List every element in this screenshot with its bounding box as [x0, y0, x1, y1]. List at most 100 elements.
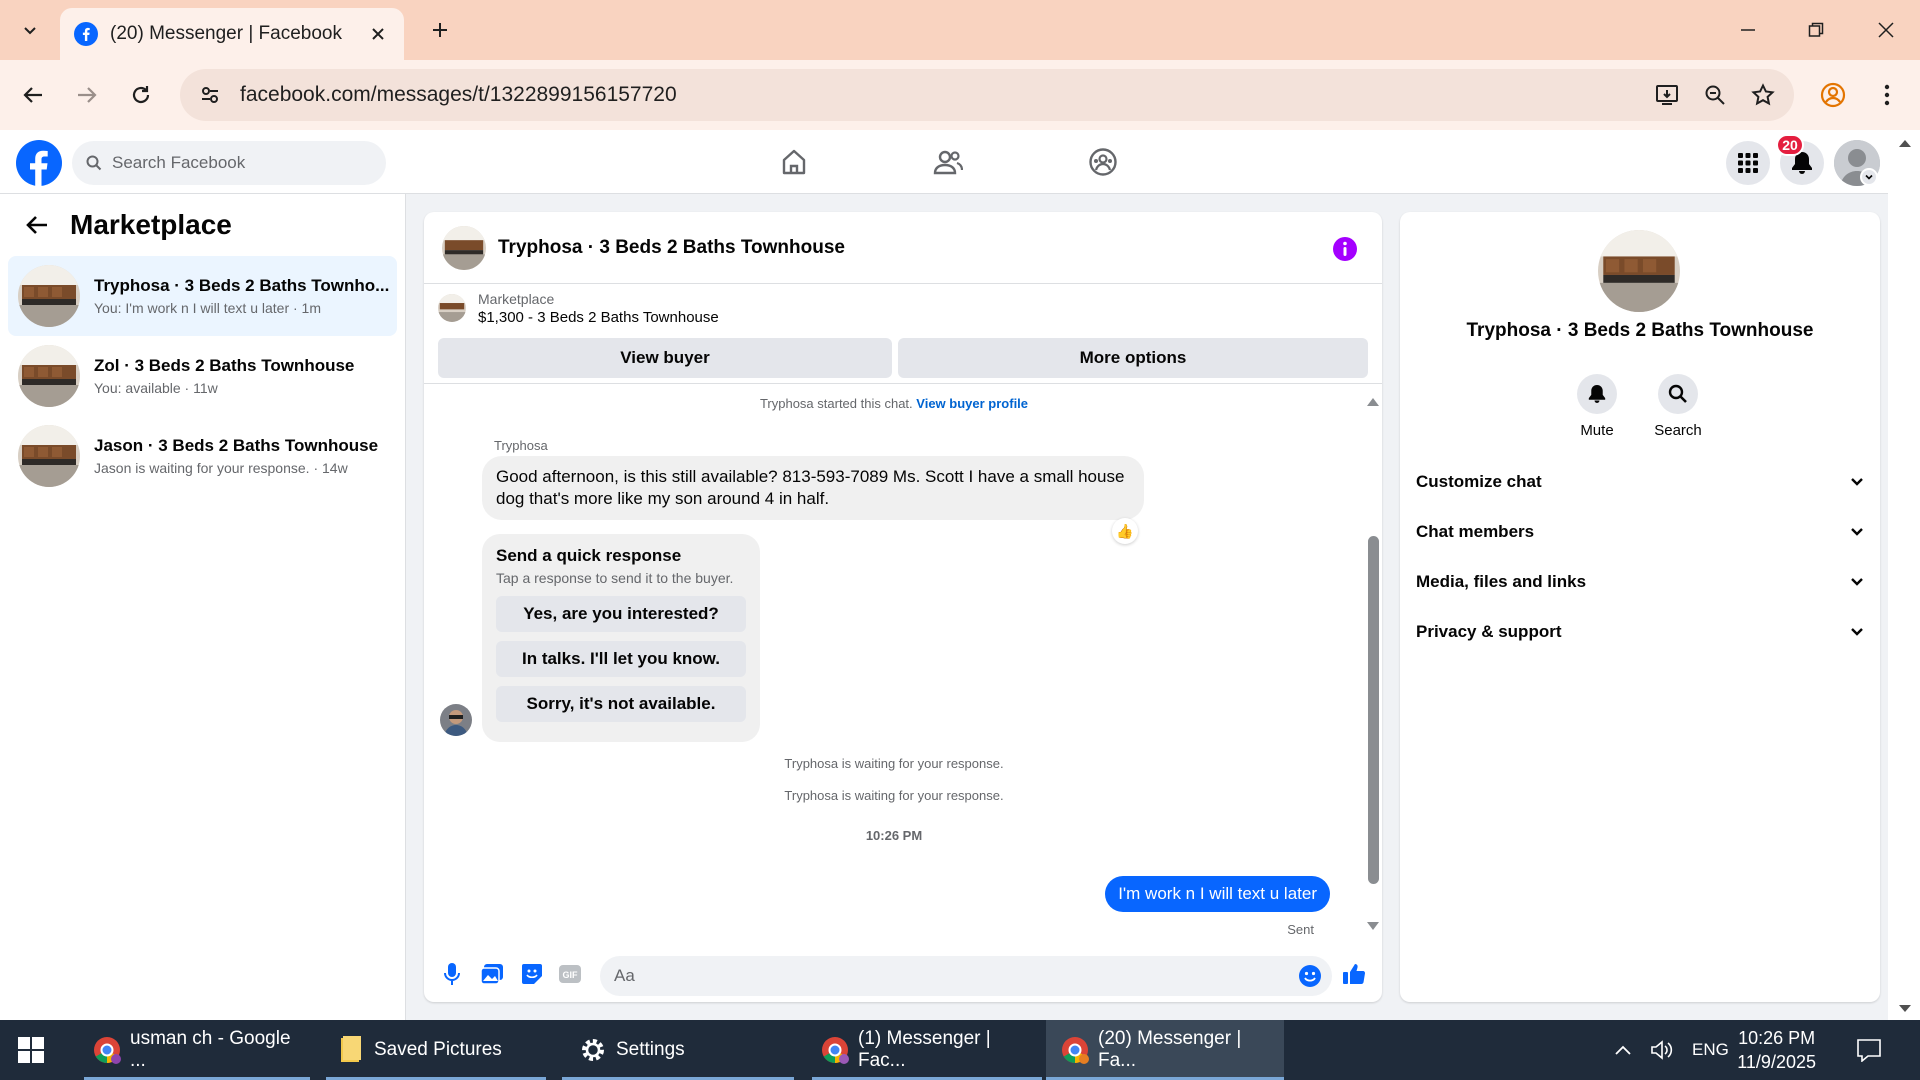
conversation-item[interactable]: Zol · 3 Beds 2 Baths Townhouse You: avai… — [8, 336, 397, 416]
browser-tab-bar: (20) Messenger | Facebook — [0, 0, 1920, 60]
notification-count-badge: 20 — [1776, 134, 1804, 156]
scroll-up-arrow-icon[interactable] — [1898, 138, 1912, 148]
chat-members-section[interactable]: Chat members — [1416, 508, 1864, 556]
zoom-icon[interactable] — [1698, 78, 1732, 112]
message-composer: GIF — [424, 948, 1382, 1002]
forward-arrow-icon[interactable] — [68, 76, 106, 114]
site-info-tune-icon[interactable] — [194, 79, 226, 111]
photo-attach-icon[interactable] — [478, 960, 506, 988]
quick-response-button[interactable]: In talks. I'll let you know. — [496, 641, 746, 677]
media-files-links-section[interactable]: Media, files and links — [1416, 558, 1864, 606]
volume-icon[interactable] — [1650, 1020, 1674, 1080]
new-tab-plus-icon[interactable] — [424, 14, 456, 46]
thumbs-up-reaction-icon[interactable]: 👍 — [1112, 518, 1138, 544]
gif-icon[interactable]: GIF — [556, 960, 584, 988]
conversation-item[interactable]: Jason · 3 Beds 2 Baths Townhouse Jason i… — [8, 416, 397, 496]
quick-response-button[interactable]: Sorry, it's not available. — [496, 686, 746, 722]
browser-menu-kebab-icon[interactable] — [1868, 76, 1906, 114]
emoji-icon[interactable] — [1296, 962, 1324, 990]
search-action[interactable]: Search — [1638, 374, 1718, 439]
listing-thumbnail — [18, 425, 80, 487]
scrollbar-thumb[interactable] — [1368, 536, 1379, 884]
facebook-logo-icon[interactable] — [16, 140, 62, 186]
search-label: Search — [1654, 422, 1702, 439]
taskbar-chrome-usman[interactable]: usman ch - Google ... — [84, 1020, 310, 1080]
url-text[interactable]: facebook.com/messages/t/1322899156157720 — [240, 83, 1650, 107]
buyer-avatar[interactable] — [440, 704, 472, 736]
waiting-notice: Tryphosa is waiting for your response. — [784, 756, 1004, 771]
bookmark-star-icon[interactable] — [1746, 78, 1780, 112]
outgoing-message-bubble[interactable]: I'm work n I will text u later — [1105, 876, 1330, 912]
chat-header: Tryphosa · 3 Beds 2 Baths Townhouse — [424, 212, 1382, 284]
search-placeholder: Search Facebook — [112, 153, 246, 172]
scroll-down-arrow-icon[interactable] — [1367, 922, 1379, 930]
start-windows-icon[interactable] — [18, 1020, 44, 1080]
show-hidden-icons-chevron-up-icon[interactable] — [1614, 1020, 1632, 1080]
taskbar-chrome-messenger-1[interactable]: (1) Messenger | Fac... — [812, 1020, 1042, 1080]
page-scrollbar[interactable] — [1888, 130, 1920, 1020]
quick-response-title: Send a quick response — [496, 546, 682, 565]
view-buyer-button[interactable]: View buyer — [438, 338, 892, 378]
restore-window-icon[interactable] — [1796, 10, 1836, 50]
windows-taskbar: usman ch - Google ... Saved Pictures Set… — [0, 1020, 1920, 1080]
groups-icon[interactable] — [1083, 142, 1123, 182]
mute-action[interactable]: Mute — [1557, 374, 1637, 439]
conversation-text: Zol · 3 Beds 2 Baths Townhouse You: avai… — [94, 356, 394, 396]
listing-summary[interactable]: Marketplace $1,300 - 3 Beds 2 Baths Town… — [424, 284, 1382, 332]
scroll-down-arrow-icon[interactable] — [1898, 1004, 1912, 1014]
back-arrow-icon[interactable] — [14, 76, 52, 114]
info-icon[interactable] — [1332, 236, 1358, 262]
input-language-indicator[interactable]: ENG — [1692, 1020, 1729, 1080]
close-tab-icon[interactable] — [366, 22, 390, 46]
quick-response-button[interactable]: Yes, are you interested? — [496, 596, 746, 632]
account-chevron-down-icon[interactable] — [1860, 168, 1878, 186]
conversation-text: Jason · 3 Beds 2 Baths Townhouse Jason i… — [94, 436, 394, 476]
microphone-icon[interactable] — [438, 960, 466, 988]
back-arrow-icon[interactable] — [22, 210, 52, 240]
taskbar-label: (1) Messenger | Fac... — [858, 1028, 991, 1071]
profile-icon[interactable] — [1814, 76, 1852, 114]
notification-center-icon[interactable] — [1856, 1020, 1882, 1080]
chat-listing-thumbnail[interactable] — [442, 225, 486, 270]
tab-search-dropdown-icon[interactable] — [12, 12, 48, 48]
menu-grid-icon[interactable] — [1726, 141, 1770, 185]
chrome-icon — [92, 1035, 122, 1065]
browser-tab-active[interactable]: (20) Messenger | Facebook — [60, 8, 404, 60]
customize-chat-section[interactable]: Customize chat — [1416, 458, 1864, 506]
section-label: Customize chat — [1416, 472, 1542, 491]
close-window-icon[interactable] — [1866, 10, 1906, 50]
folder-icon — [336, 1035, 366, 1065]
friends-icon[interactable] — [928, 142, 968, 182]
bell-icon[interactable] — [1577, 374, 1617, 414]
conversation-snippet: Jason is waiting for your response. · 14… — [94, 460, 348, 476]
search-icon[interactable] — [1658, 374, 1698, 414]
section-label: Media, files and links — [1416, 572, 1587, 591]
chat-title[interactable]: Tryphosa · 3 Beds 2 Baths Townhouse — [498, 237, 845, 259]
address-bar[interactable]: facebook.com/messages/t/1322899156157720 — [180, 69, 1794, 121]
system-clock[interactable]: 10:26 PM 11/9/2025 — [1737, 1026, 1816, 1074]
info-listing-thumbnail — [1598, 230, 1680, 312]
listing-thumbnail — [18, 265, 80, 327]
taskbar-settings[interactable]: Settings — [562, 1020, 794, 1080]
minimize-window-icon[interactable] — [1728, 10, 1768, 50]
listing-text: Marketplace $1,300 - 3 Beds 2 Baths Town… — [478, 291, 719, 326]
gear-icon — [578, 1035, 608, 1065]
reload-icon[interactable] — [122, 76, 160, 114]
message-input[interactable] — [600, 956, 1332, 996]
conversation-name: Tryphosa · 3 Beds 2 Baths Townho... — [94, 276, 390, 295]
home-icon[interactable] — [774, 142, 814, 182]
privacy-support-section[interactable]: Privacy & support — [1416, 608, 1864, 656]
like-thumbs-up-icon[interactable] — [1340, 960, 1368, 988]
install-app-icon[interactable] — [1650, 78, 1684, 112]
chat-scrollbar[interactable] — [1364, 394, 1382, 934]
conversation-item[interactable]: Tryphosa · 3 Beds 2 Baths Townho... You:… — [8, 256, 397, 336]
view-buyer-profile-link[interactable]: View buyer profile — [916, 396, 1028, 411]
incoming-message-bubble[interactable]: Good afternoon, is this still available?… — [482, 456, 1144, 520]
more-options-button[interactable]: More options — [898, 338, 1368, 378]
info-title: Tryphosa · 3 Beds 2 Baths Townhouse — [1466, 320, 1814, 341]
facebook-search-input[interactable]: Search Facebook — [72, 141, 386, 185]
taskbar-saved-pictures[interactable]: Saved Pictures — [326, 1020, 546, 1080]
taskbar-chrome-messenger-20[interactable]: (20) Messenger | Fa... — [1046, 1020, 1284, 1080]
sticker-icon[interactable] — [518, 960, 546, 988]
scroll-up-arrow-icon[interactable] — [1367, 398, 1379, 406]
